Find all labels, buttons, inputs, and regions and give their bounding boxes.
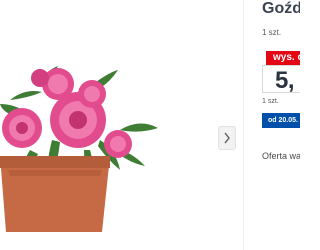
product-gallery [0, 0, 243, 250]
product-title: Goździk [262, 0, 300, 17]
chevron-right-icon [224, 132, 230, 144]
unit-label: 1 szt. [262, 28, 282, 37]
offer-validity-note: Oferta ważna [262, 151, 300, 161]
date-badge: od 20.05. [262, 113, 300, 128]
price-box: 5, [262, 65, 300, 94]
promo-badge: wys. c [266, 51, 300, 65]
unit-label-secondary: 1 szt. [262, 98, 279, 105]
price-value: 5, [275, 67, 295, 94]
product-image [0, 66, 158, 250]
product-info-panel: Goździk 1 szt. wys. c 5, 1 szt. od 20.05… [244, 0, 300, 250]
gallery-next-button[interactable] [218, 126, 236, 150]
